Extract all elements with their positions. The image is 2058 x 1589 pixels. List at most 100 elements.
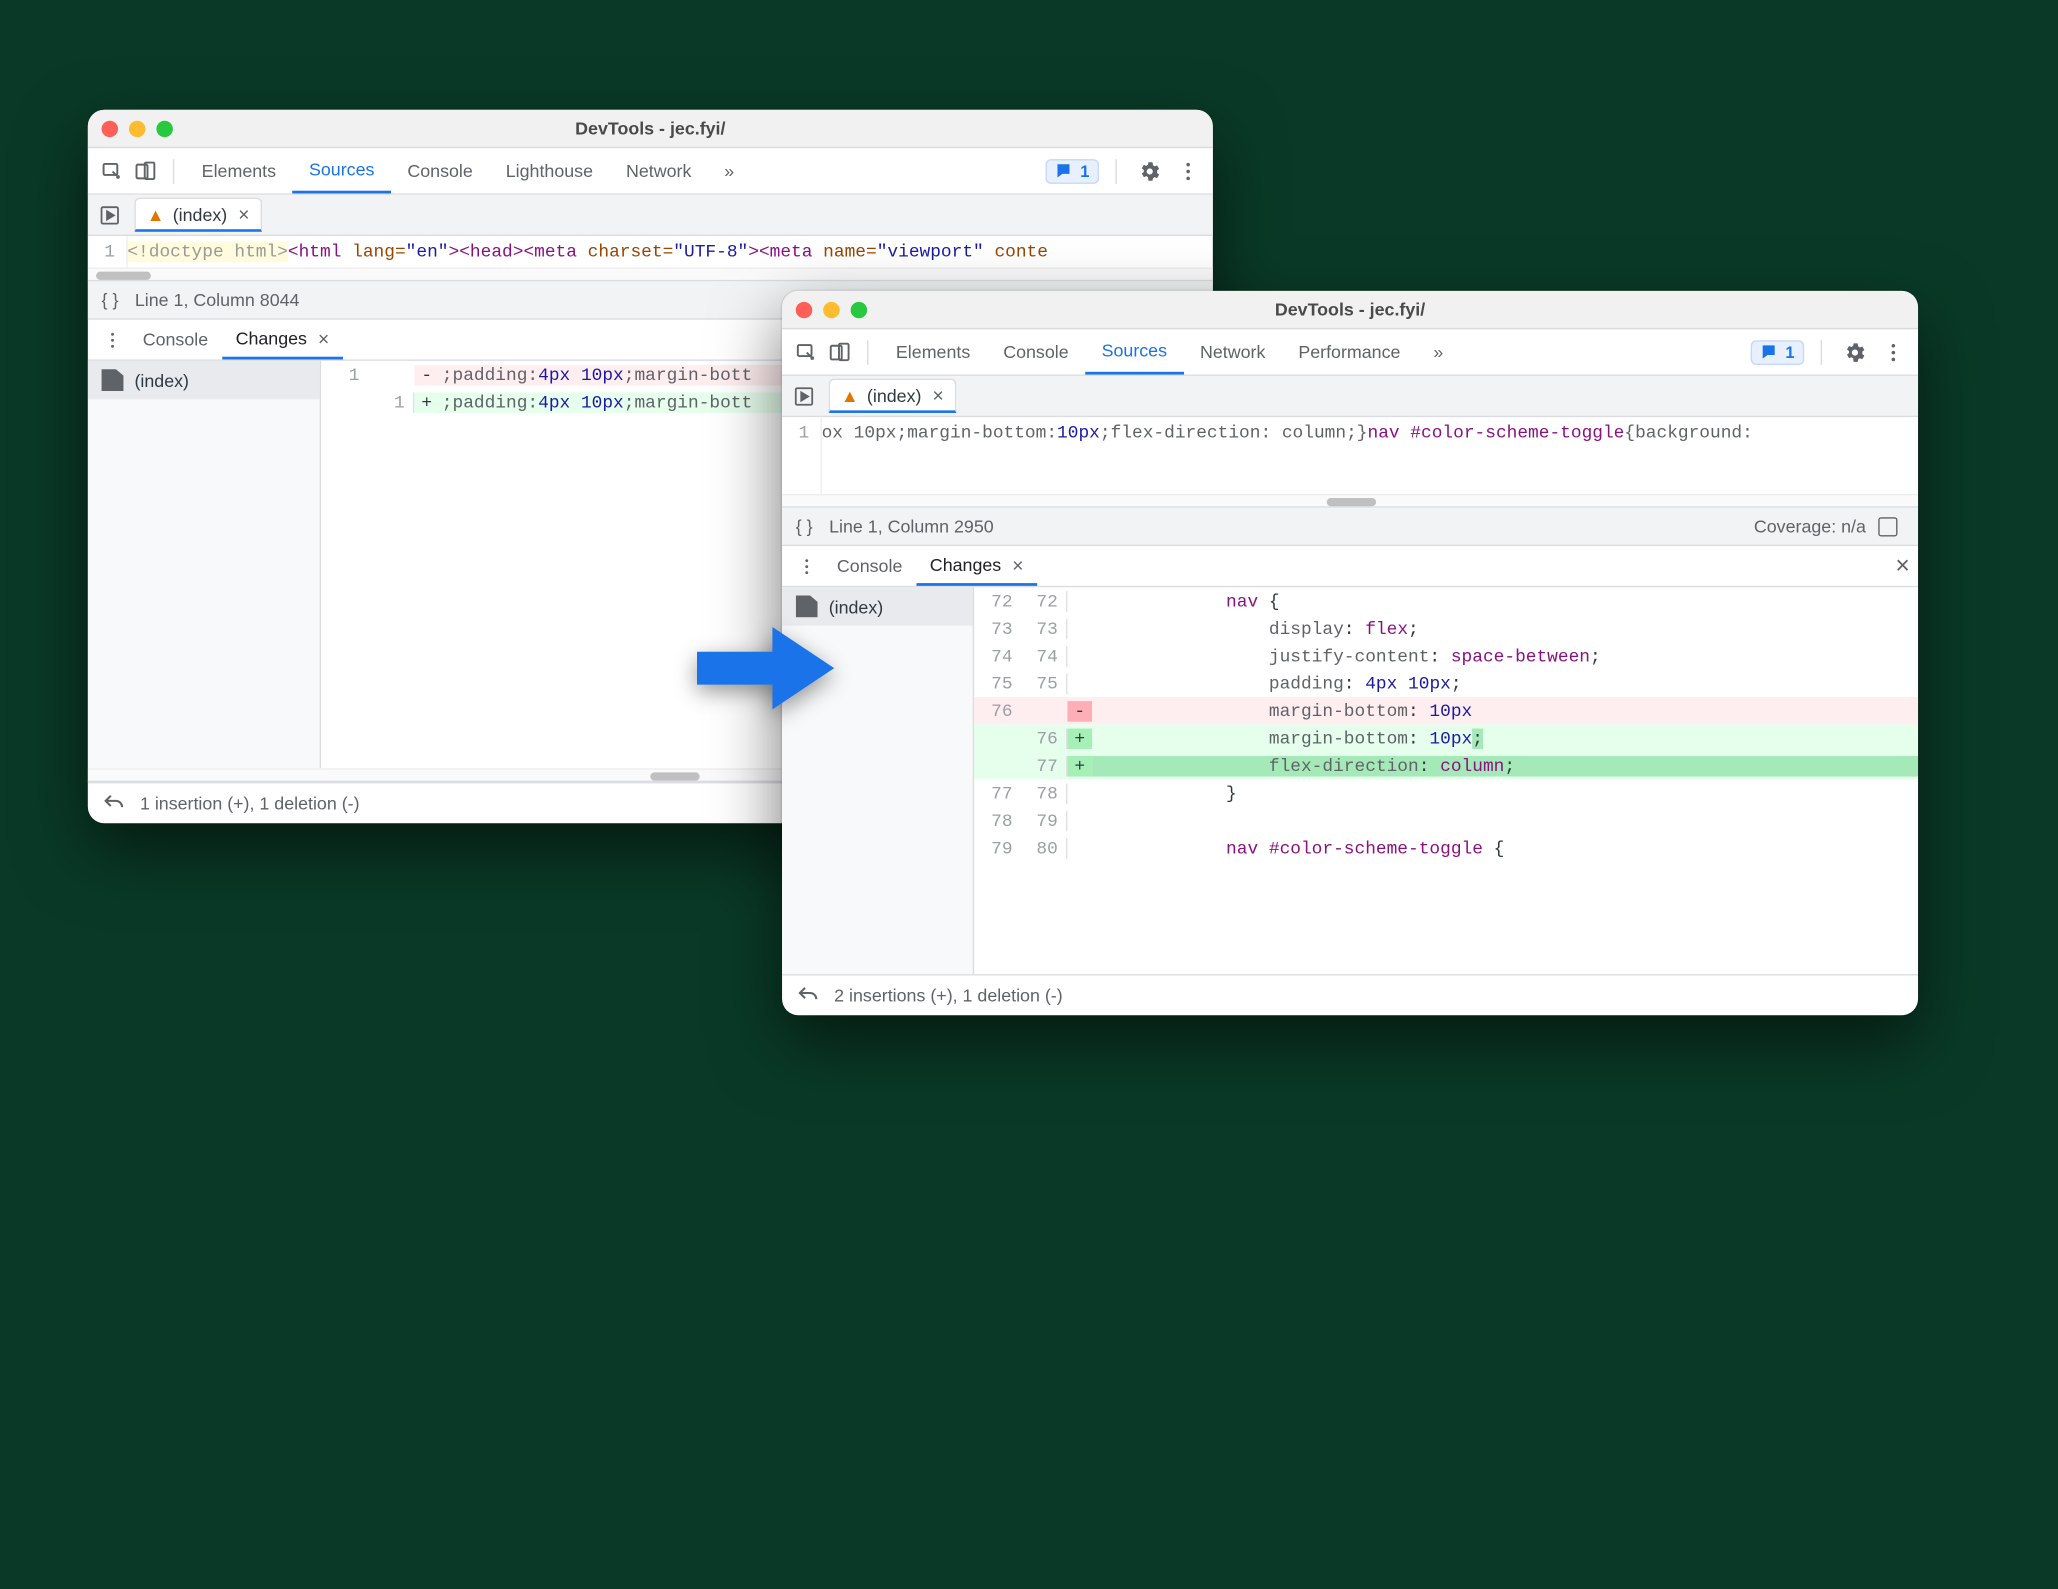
traffic-minimize-icon[interactable]: [823, 301, 839, 317]
diff-old-line-num: 79: [974, 838, 1021, 859]
inspect-icon[interactable]: [790, 335, 823, 368]
devtools-window-after: DevTools - jec.fyi/ Elements Console Sou…: [782, 291, 1918, 1015]
traffic-close-icon[interactable]: [102, 120, 118, 136]
diff-row: 7879: [974, 807, 1918, 834]
device-toolbar-icon[interactable]: [823, 335, 856, 368]
diff-new-line-num: 78: [1021, 783, 1068, 804]
arrow-icon: [697, 620, 834, 716]
diff-sign: +: [1067, 728, 1092, 749]
diff-row: 7980 nav #color-scheme-toggle {: [974, 834, 1918, 861]
drawer-close-icon[interactable]: ×: [1895, 552, 1909, 581]
diff-view[interactable]: 7272 nav {7373 display: flex;7474 justif…: [974, 587, 1918, 974]
diff-line-num: 1: [321, 364, 368, 385]
diff-content: margin-bottom: 10px;: [1092, 728, 1918, 749]
tab-console[interactable]: Console: [987, 329, 1085, 374]
drawer-kebab-icon[interactable]: [96, 323, 129, 356]
pretty-print-icon[interactable]: { }: [796, 516, 813, 537]
tab-network[interactable]: Network: [609, 148, 707, 193]
diff-sign: -: [1067, 700, 1092, 721]
titlebar[interactable]: DevTools - jec.fyi/: [88, 110, 1213, 148]
settings-gear-icon[interactable]: [1838, 335, 1871, 368]
run-snippet-icon[interactable]: [93, 198, 126, 231]
titlebar[interactable]: DevTools - jec.fyi/: [782, 291, 1918, 329]
revert-icon[interactable]: [102, 791, 127, 816]
tab-sources[interactable]: Sources: [293, 148, 391, 193]
diff-old-line-num: 75: [974, 673, 1021, 694]
tab-elements[interactable]: Elements: [879, 329, 986, 374]
changed-file-item[interactable]: (index): [88, 361, 320, 399]
code-editor[interactable]: 1 ox 10px;margin-bottom:10px;flex-direct…: [782, 417, 1918, 494]
changes-footer: 2 insertions (+), 1 deletion (-): [782, 974, 1918, 1015]
changed-file-label: (index): [829, 596, 884, 617]
diff-content: nav #color-scheme-toggle {: [1092, 838, 1918, 859]
tab-network[interactable]: Network: [1184, 329, 1282, 374]
diff-row: 76 - margin-bottom: 10px: [974, 697, 1918, 724]
pretty-print-icon[interactable]: { }: [102, 289, 119, 310]
horizontal-scrollbar[interactable]: [88, 268, 1213, 282]
traffic-zoom-icon[interactable]: [156, 120, 172, 136]
close-icon[interactable]: ×: [1012, 554, 1023, 576]
traffic-close-icon[interactable]: [796, 301, 812, 317]
diff-new-line-num: 72: [1021, 591, 1068, 612]
settings-gear-icon[interactable]: [1133, 154, 1166, 187]
close-icon[interactable]: ×: [932, 384, 943, 406]
diff-old-line-num: 76: [974, 700, 1021, 721]
kebab-menu-icon[interactable]: [1172, 154, 1205, 187]
device-toolbar-icon[interactable]: [129, 154, 162, 187]
panel-tabs: Elements Sources Console Lighthouse Netw…: [185, 148, 750, 193]
tab-performance[interactable]: Performance: [1282, 329, 1417, 374]
close-icon[interactable]: ×: [318, 327, 329, 349]
more-tabs-button[interactable]: »: [708, 148, 751, 193]
tab-elements[interactable]: Elements: [185, 148, 292, 193]
drawer-tab-changes[interactable]: Changes ×: [916, 546, 1037, 586]
kebab-menu-icon[interactable]: [1877, 335, 1910, 368]
horizontal-scrollbar[interactable]: [782, 494, 1918, 508]
traffic-zoom-icon[interactable]: [851, 301, 867, 317]
diff-content: display: flex;: [1092, 618, 1918, 639]
issues-badge[interactable]: 1: [1046, 158, 1099, 183]
traffic-minimize-icon[interactable]: [129, 120, 145, 136]
diff-sign-plus: +: [414, 392, 439, 413]
diff-new-line-num: 79: [1021, 810, 1068, 831]
cursor-position: Line 1, Column 8044: [135, 289, 300, 310]
warning-icon: ▲: [147, 204, 165, 225]
diff-content: [1092, 810, 1918, 831]
issues-badge[interactable]: 1: [1751, 340, 1804, 365]
drawer-tab-changes[interactable]: Changes ×: [222, 320, 343, 360]
main-toolbar: Elements Sources Console Lighthouse Netw…: [88, 148, 1213, 195]
inspect-icon[interactable]: [96, 154, 129, 187]
file-tabstrip: ▲ (index) ×: [782, 376, 1918, 417]
run-snippet-icon[interactable]: [788, 379, 821, 412]
code-line: <!doctype html><html lang="en"><head><me…: [127, 236, 1213, 268]
diff-old-line-num: 73: [974, 618, 1021, 639]
diff-new-line-num: 74: [1021, 646, 1068, 667]
diff-row: 7778 }: [974, 779, 1918, 806]
tab-lighthouse[interactable]: Lighthouse: [489, 148, 609, 193]
file-tab-index[interactable]: ▲ (index) ×: [829, 379, 956, 413]
diff-content: flex-direction: column;: [1092, 755, 1918, 776]
drawer-tab-label: Changes: [236, 328, 307, 349]
more-tabs-button[interactable]: »: [1417, 329, 1460, 374]
code-editor[interactable]: 1 <!doctype html><html lang="en"><head><…: [88, 236, 1213, 268]
main-toolbar: Elements Console Sources Network Perform…: [782, 329, 1918, 376]
file-tabstrip: ▲ (index) ×: [88, 195, 1213, 236]
file-icon: [796, 595, 818, 617]
drawer-kebab-icon[interactable]: [790, 549, 823, 582]
diff-new-line-num: 76: [1021, 728, 1068, 749]
file-tab-label: (index): [173, 204, 228, 225]
drawer-tab-console[interactable]: Console: [823, 546, 916, 586]
changed-file-label: (index): [134, 370, 189, 391]
diff-content: margin-bottom: 10px: [1092, 700, 1918, 721]
revert-icon[interactable]: [796, 983, 821, 1008]
close-icon[interactable]: ×: [238, 203, 249, 225]
diff-content: }: [1092, 783, 1918, 804]
drawer-tab-console[interactable]: Console: [129, 320, 222, 360]
tab-sources[interactable]: Sources: [1085, 329, 1183, 374]
file-tab-index[interactable]: ▲ (index) ×: [134, 198, 261, 232]
tab-console[interactable]: Console: [391, 148, 489, 193]
changes-file-list: (index): [88, 361, 321, 768]
issues-count: 1: [1785, 342, 1794, 361]
diff-row: 7575 padding: 4px 10px;: [974, 670, 1918, 697]
coverage-toggle-icon[interactable]: [1871, 510, 1904, 543]
diff-content: justify-content: space-between;: [1092, 646, 1918, 667]
